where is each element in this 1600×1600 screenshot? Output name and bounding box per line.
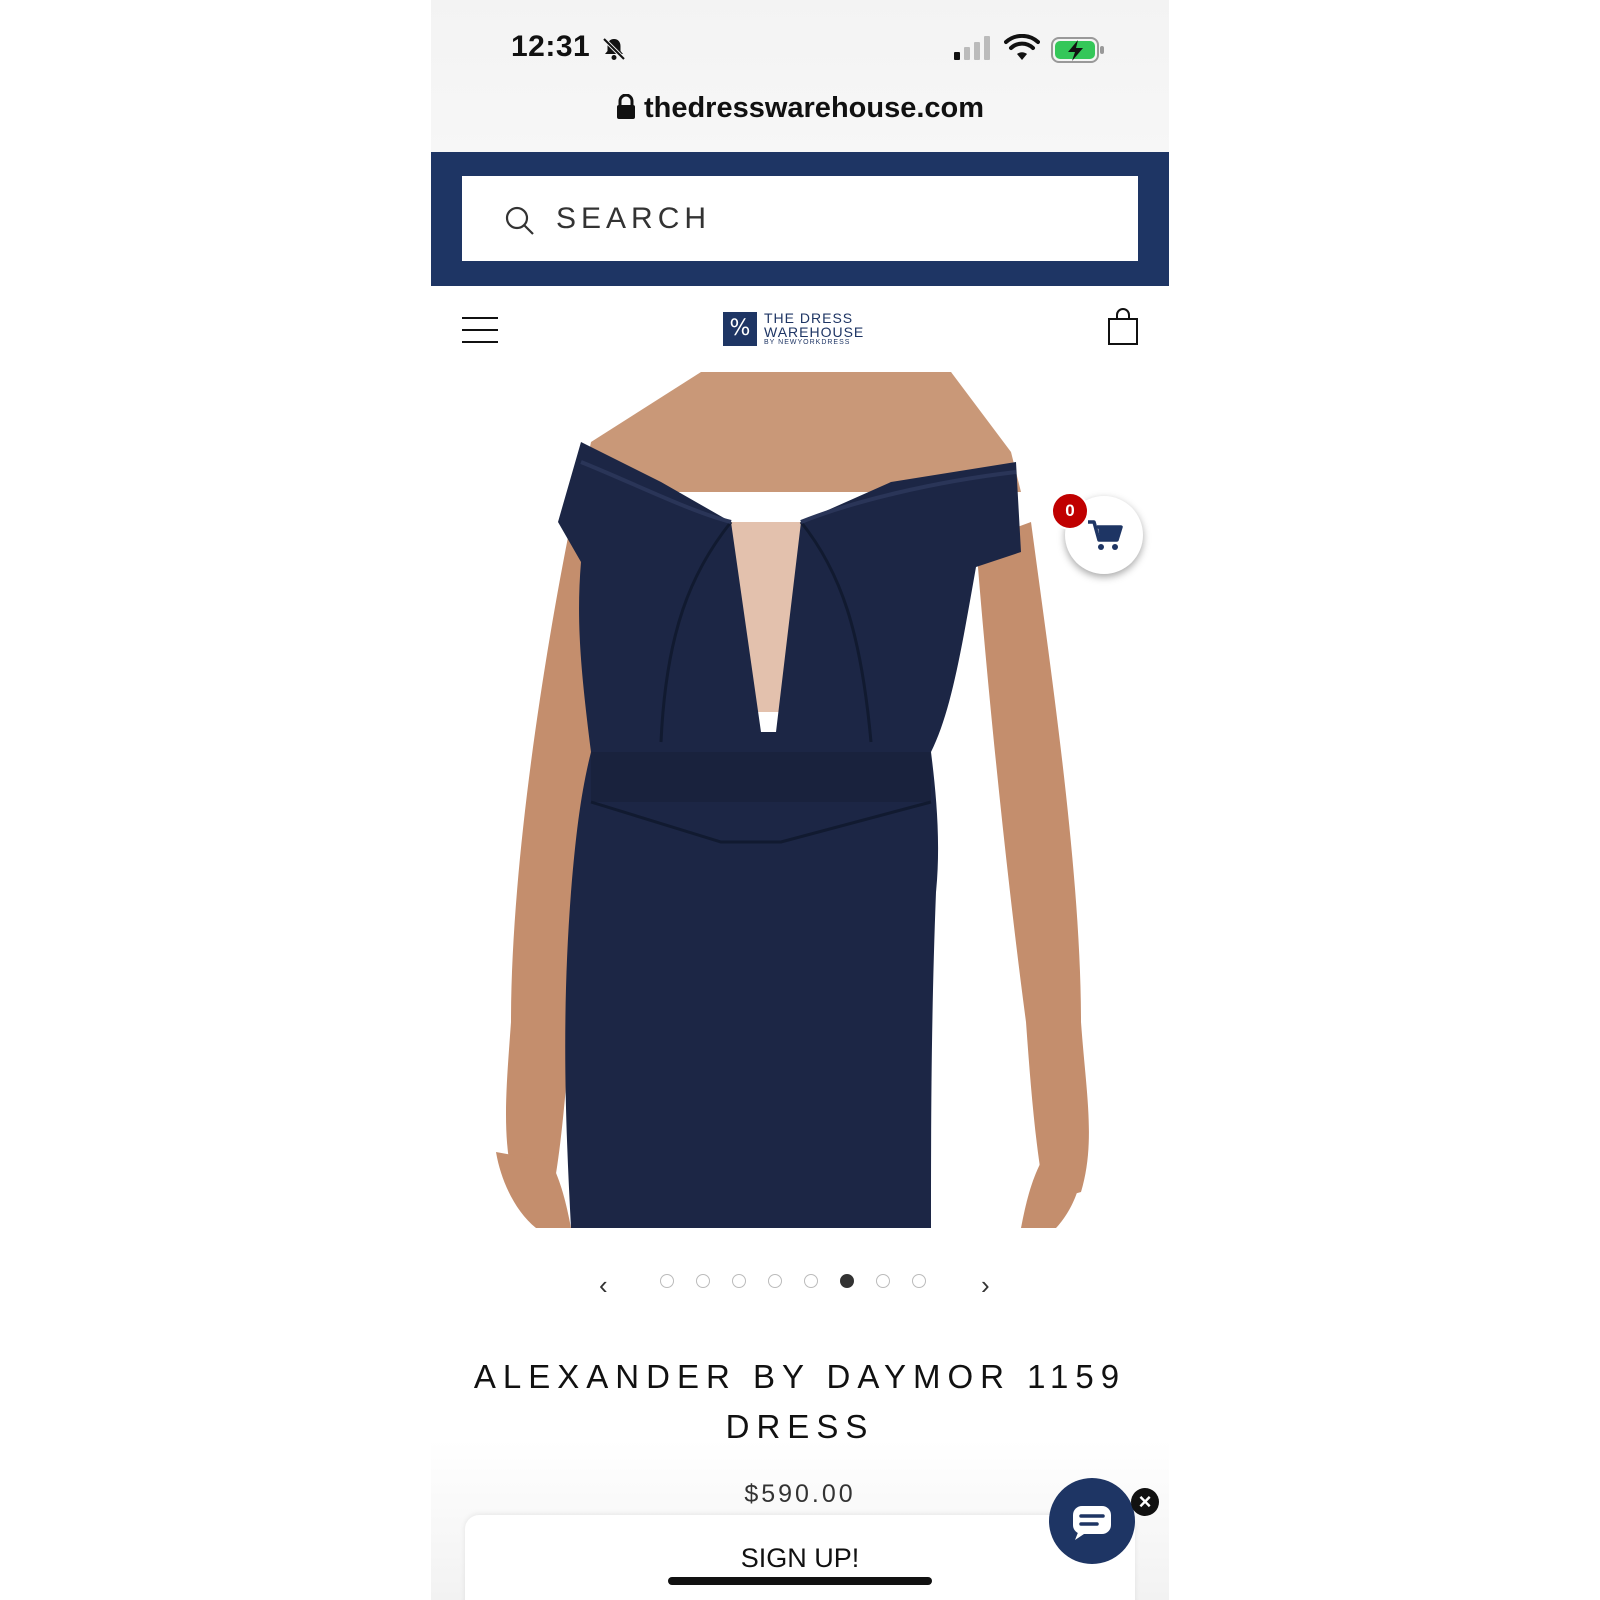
cart-count-badge: 0 [1051,492,1089,530]
search-input[interactable]: SEARCH [462,176,1138,261]
carousel-dot[interactable] [696,1274,710,1288]
carousel-prev-button[interactable]: ‹ [599,1270,608,1301]
menu-icon[interactable] [462,316,498,344]
lock-icon [616,94,635,119]
signup-label: SIGN UP! [740,1543,860,1573]
carousel-next-button[interactable]: › [981,1270,990,1301]
chat-button[interactable] [1049,1478,1135,1564]
address-bar[interactable]: thedresswarehouse.com [431,92,1169,125]
image-carousel-controls: ‹ › [431,1266,1169,1301]
logo-line-2: WAREHOUSE [764,324,865,340]
phone-screen: 12:31 thedresswarehouse.com SEARCH % THE… [431,0,1169,1600]
site-logo[interactable]: % THE DRESS WAREHOUSE BY NEWYORKDRESS [723,310,883,352]
product-title: ALEXANDER BY DAYMOR 1159 DRESS [473,1358,1127,1445]
carousel-dot[interactable] [804,1274,818,1288]
home-indicator[interactable] [668,1577,932,1585]
url-text: thedresswarehouse.com [643,92,985,124]
cellular-signal-icon [954,36,990,60]
carousel-dot[interactable] [876,1274,890,1288]
site-header: % THE DRESS WAREHOUSE BY NEWYORKDRESS [431,286,1169,373]
signup-banner[interactable]: SIGN UP! [465,1515,1135,1600]
search-icon [505,206,534,235]
carousel-dot[interactable] [732,1274,746,1288]
logo-mark: % [723,312,757,346]
bell-muted-icon [602,37,626,61]
carousel-dot[interactable] [660,1274,674,1288]
status-bar: 12:31 thedresswarehouse.com [431,0,1169,152]
shopping-bag-icon[interactable] [1107,308,1139,346]
status-time: 12:31 [511,30,591,63]
carousel-dot[interactable] [768,1274,782,1288]
search-placeholder: SEARCH [556,202,712,235]
battery-charging-icon [1051,37,1104,63]
wifi-icon [1004,34,1040,60]
chat-close-button[interactable]: × [1131,1488,1159,1516]
chat-icon [1073,1506,1111,1540]
search-band: SEARCH [431,152,1169,286]
cart-icon [1088,520,1123,550]
carousel-dot[interactable] [840,1274,854,1288]
logo-line-3: BY NEWYORKDRESS [764,339,851,346]
carousel-dot[interactable] [912,1274,926,1288]
